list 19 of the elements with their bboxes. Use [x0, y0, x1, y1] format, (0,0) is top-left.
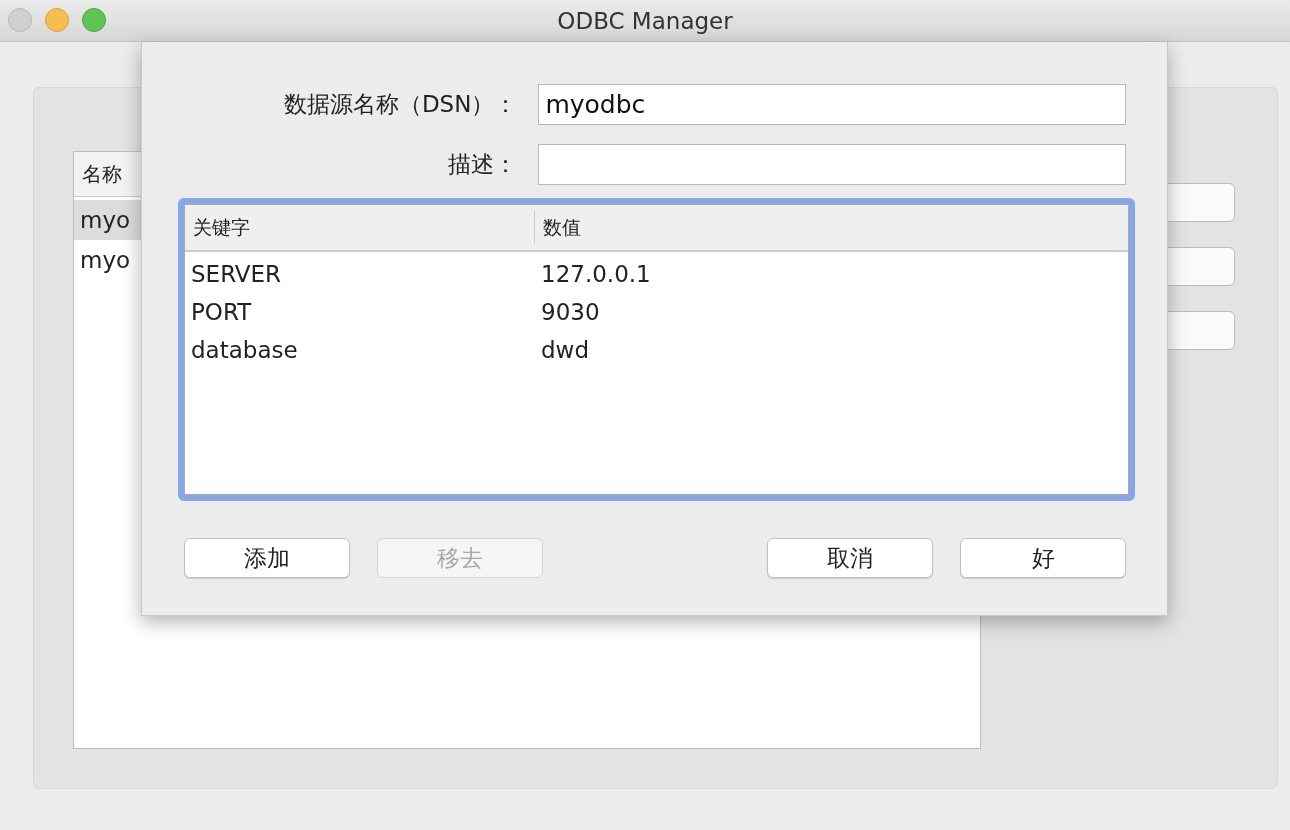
table-cell-text: 9030: [540, 299, 601, 325]
table-cell-text: PORT: [190, 299, 253, 325]
dialog-button[interactable]: 取消: [767, 538, 933, 578]
dialog-button[interactable]: 添加: [184, 538, 350, 578]
input-field[interactable]: myodbc: [538, 84, 1126, 125]
field-label: 描述：: [447, 150, 519, 179]
table-cell-text: 127.0.0.1: [540, 261, 652, 287]
zoom-button[interactable]: [82, 8, 106, 32]
window-title: ODBC Manager: [557, 7, 733, 34]
minimize-button[interactable]: [45, 8, 69, 32]
close-button[interactable]: [8, 8, 32, 32]
table-cell-text: SERVER: [190, 261, 283, 287]
column-header[interactable]: 关键字: [185, 211, 535, 244]
table-cell-text: database: [190, 337, 299, 363]
dialog-button[interactable]: 好: [960, 538, 1126, 578]
field-label: 数据源名称（DSN）：: [282, 90, 519, 119]
column-header[interactable]: 数值: [535, 205, 1128, 250]
table-cell-text: dwd: [540, 337, 590, 363]
input-field[interactable]: [538, 144, 1126, 185]
